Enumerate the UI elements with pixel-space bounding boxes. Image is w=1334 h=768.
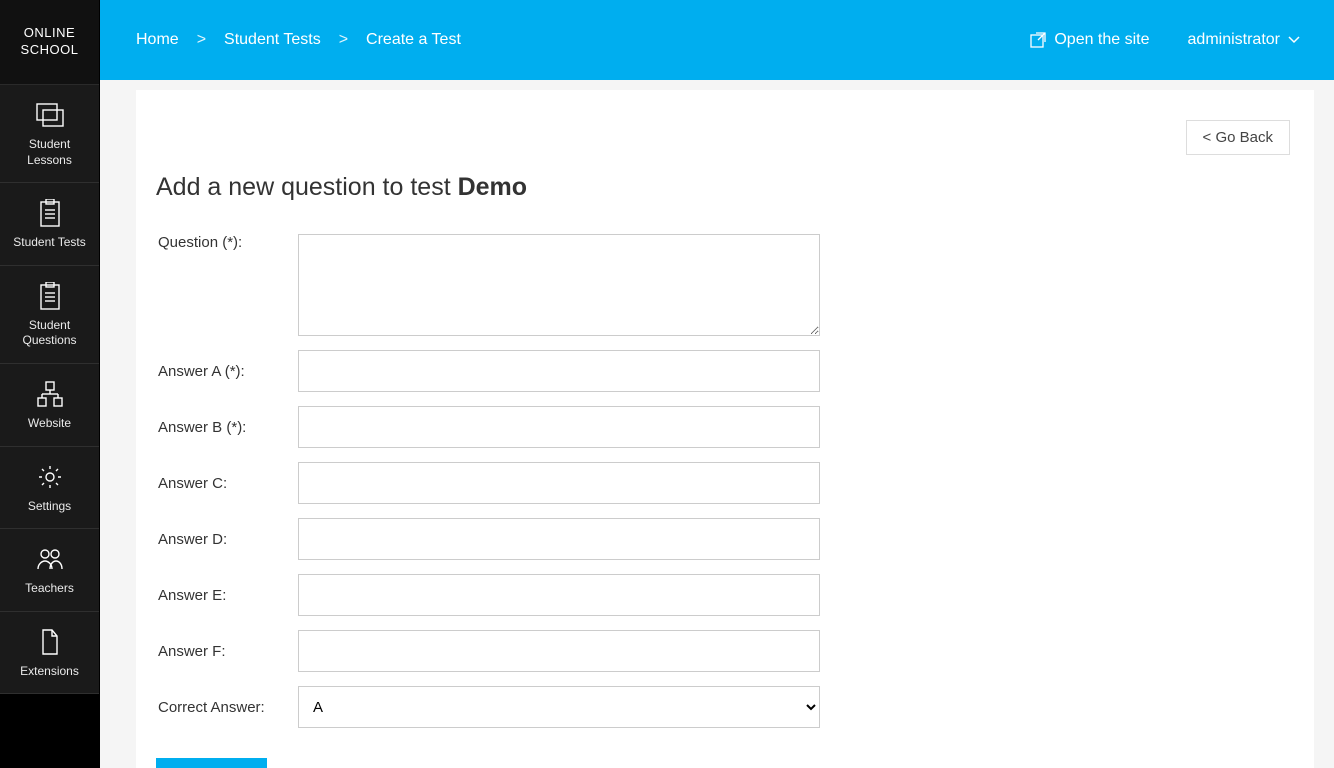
sidebar-item-extensions[interactable]: Extensions [0,612,99,695]
breadcrumb-home[interactable]: Home [136,31,179,49]
sidebar-item-label: Extensions [20,664,79,680]
label-question: Question (*): [156,234,298,251]
page-title-name: Demo [458,173,527,201]
sidebar-item-teachers[interactable]: Teachers [0,529,99,612]
external-link-icon [1030,32,1046,48]
lessons-icon [36,101,64,129]
page-title: Add a new question to test Demo [156,173,1290,202]
label-answer-b: Answer B (*): [156,419,298,436]
chevron-down-icon [1288,36,1300,44]
sidebar-item-label: Settings [28,499,71,515]
tests-icon [36,199,64,227]
answer-b-input[interactable] [298,406,820,448]
gear-icon [36,463,64,491]
label-answer-d: Answer D: [156,531,298,548]
breadcrumb: Home > Student Tests > Create a Test [136,31,461,49]
answer-d-input[interactable] [298,518,820,560]
sidebar-item-student-lessons[interactable]: Student Lessons [0,85,99,183]
sidebar-item-student-questions[interactable]: Student Questions [0,266,99,364]
sidebar-item-website[interactable]: Website [0,364,99,447]
sidebar: ONLINE SCHOOL Student Lessons [0,0,100,768]
open-site-label: Open the site [1054,31,1149,49]
label-answer-c: Answer C: [156,475,298,492]
add-button[interactable]: Add [156,758,267,768]
open-site-link[interactable]: Open the site [1030,31,1149,49]
breadcrumb-sep: > [339,31,348,49]
sidebar-item-label: Student Questions [6,318,93,349]
go-back-button[interactable]: < Go Back [1186,120,1290,155]
breadcrumb-create-test[interactable]: Create a Test [366,31,461,49]
page-title-prefix: Add a new question to test [156,173,458,201]
answer-e-input[interactable] [298,574,820,616]
sidebar-item-settings[interactable]: Settings [0,447,99,530]
website-icon [36,380,64,408]
question-textarea[interactable] [298,234,820,336]
label-answer-a: Answer A (*): [156,363,298,380]
content: < Go Back Add a new question to test Dem… [100,80,1334,768]
answer-f-input[interactable] [298,630,820,672]
sidebar-item-label: Student Tests [13,235,86,251]
extensions-icon [36,628,64,656]
label-answer-f: Answer F: [156,643,298,660]
user-menu[interactable]: administrator [1188,31,1300,49]
sidebar-item-label: Student Lessons [6,137,93,168]
breadcrumb-sep: > [197,31,206,49]
label-answer-e: Answer E: [156,587,298,604]
breadcrumb-student-tests[interactable]: Student Tests [224,31,321,49]
questions-icon [36,282,64,310]
label-correct-answer: Correct Answer: [156,699,298,716]
sidebar-item-label: Website [28,416,71,432]
brand-logo: ONLINE SCHOOL [0,0,99,85]
teachers-icon [36,545,64,573]
correct-answer-select[interactable]: A [298,686,820,728]
card: < Go Back Add a new question to test Dem… [136,90,1314,768]
brand-text: ONLINE SCHOOL [0,25,99,59]
sidebar-item-student-tests[interactable]: Student Tests [0,183,99,266]
sidebar-item-label: Teachers [25,581,74,597]
user-name: administrator [1188,31,1280,49]
topbar: Home > Student Tests > Create a Test Ope… [100,0,1334,80]
answer-c-input[interactable] [298,462,820,504]
answer-a-input[interactable] [298,350,820,392]
main: Home > Student Tests > Create a Test Ope… [100,0,1334,768]
